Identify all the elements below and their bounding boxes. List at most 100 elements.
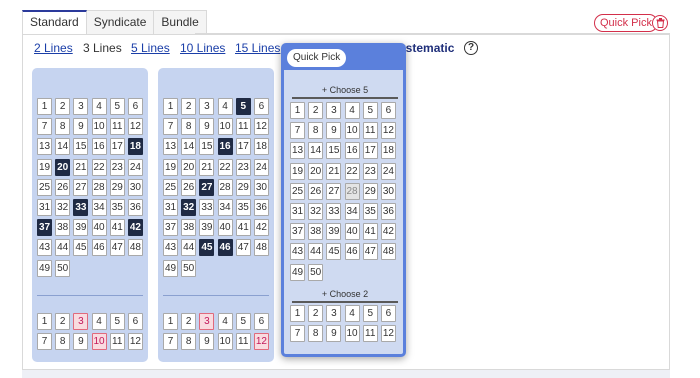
ticket-2-bonus-number-9[interactable]: 9 bbox=[199, 333, 215, 351]
popover-bonus-number-6[interactable]: 6 bbox=[380, 305, 396, 322]
ticket-1-number-9[interactable]: 9 bbox=[73, 118, 89, 136]
popover-number-26[interactable]: 26 bbox=[308, 182, 324, 200]
ticket-1-number-15[interactable]: 15 bbox=[73, 138, 89, 156]
popover-bonus-number-7[interactable]: 7 bbox=[290, 325, 305, 343]
ticket-1-number-46[interactable]: 46 bbox=[91, 239, 107, 257]
ticket-2-bonus-number-12[interactable]: 12 bbox=[253, 333, 269, 351]
ticket-1-number-27[interactable]: 27 bbox=[73, 178, 89, 196]
ticket-2-bonus-number-8[interactable]: 8 bbox=[181, 333, 197, 351]
popover-number-39[interactable]: 39 bbox=[326, 223, 342, 241]
ticket-1-number-20[interactable]: 20 bbox=[55, 158, 71, 176]
popover-number-11[interactable]: 11 bbox=[362, 122, 378, 140]
ticket-1-number-40[interactable]: 40 bbox=[91, 219, 107, 237]
lines-option-2[interactable]: 2 Lines bbox=[34, 40, 73, 56]
ticket-1-number-32[interactable]: 32 bbox=[55, 198, 71, 216]
ticket-1-bonus-number-3[interactable]: 3 bbox=[73, 313, 89, 330]
ticket-1-bonus-number-2[interactable]: 2 bbox=[55, 313, 71, 330]
ticket-2-number-16[interactable]: 16 bbox=[217, 138, 233, 156]
ticket-2-number-8[interactable]: 8 bbox=[181, 118, 197, 136]
ticket-2-number-49[interactable]: 49 bbox=[163, 259, 178, 277]
popover-number-23[interactable]: 23 bbox=[362, 162, 378, 180]
ticket-2-number-15[interactable]: 15 bbox=[199, 138, 215, 156]
ticket-1-number-4[interactable]: 4 bbox=[91, 98, 107, 115]
ticket-2-number-20[interactable]: 20 bbox=[181, 158, 197, 176]
popover-number-19[interactable]: 19 bbox=[290, 162, 305, 180]
popover-number-17[interactable]: 17 bbox=[362, 142, 378, 160]
ticket-1-number-8[interactable]: 8 bbox=[55, 118, 71, 136]
ticket-2-number-41[interactable]: 41 bbox=[235, 219, 251, 237]
ticket-1-number-28[interactable]: 28 bbox=[91, 178, 107, 196]
ticket-2-number-27[interactable]: 27 bbox=[199, 178, 215, 196]
popover-number-12[interactable]: 12 bbox=[380, 122, 396, 140]
ticket-1-bonus-number-7[interactable]: 7 bbox=[37, 333, 52, 351]
ticket-1-bonus-number-1[interactable]: 1 bbox=[37, 313, 52, 330]
lines-option-5[interactable]: 5 Lines bbox=[131, 40, 170, 56]
popover-number-18[interactable]: 18 bbox=[380, 142, 396, 160]
ticket-2-number-46[interactable]: 46 bbox=[217, 239, 233, 257]
ticket-1-bonus-number-11[interactable]: 11 bbox=[109, 333, 125, 351]
popover-number-47[interactable]: 47 bbox=[362, 243, 378, 261]
popover-number-7[interactable]: 7 bbox=[290, 122, 305, 140]
ticket-1-bonus-number-4[interactable]: 4 bbox=[91, 313, 107, 330]
popover-number-38[interactable]: 38 bbox=[308, 223, 324, 241]
popover-bonus-number-3[interactable]: 3 bbox=[326, 305, 342, 322]
popover-number-13[interactable]: 13 bbox=[290, 142, 305, 160]
ticket-1-number-7[interactable]: 7 bbox=[37, 118, 52, 136]
popover-number-4[interactable]: 4 bbox=[344, 102, 360, 119]
ticket-2-bonus-number-11[interactable]: 11 bbox=[235, 333, 251, 351]
ticket-1-number-12[interactable]: 12 bbox=[127, 118, 143, 136]
popover-bonus-number-12[interactable]: 12 bbox=[380, 325, 396, 343]
popover-number-5[interactable]: 5 bbox=[362, 102, 378, 119]
ticket-1-number-33[interactable]: 33 bbox=[73, 198, 89, 216]
popover-number-9[interactable]: 9 bbox=[326, 122, 342, 140]
popover-bonus-number-5[interactable]: 5 bbox=[362, 305, 378, 322]
ticket-2-number-22[interactable]: 22 bbox=[217, 158, 233, 176]
ticket-1-number-39[interactable]: 39 bbox=[73, 219, 89, 237]
popover-number-33[interactable]: 33 bbox=[326, 202, 342, 220]
ticket-2-number-24[interactable]: 24 bbox=[253, 158, 269, 176]
ticket-1-number-6[interactable]: 6 bbox=[127, 98, 143, 115]
popover-number-29[interactable]: 29 bbox=[362, 182, 378, 200]
ticket-1-number-24[interactable]: 24 bbox=[127, 158, 143, 176]
popover-bonus-number-10[interactable]: 10 bbox=[344, 325, 360, 343]
ticket-2-bonus-number-2[interactable]: 2 bbox=[181, 313, 197, 330]
popover-number-42[interactable]: 42 bbox=[380, 223, 396, 241]
popover-bonus-number-2[interactable]: 2 bbox=[308, 305, 324, 322]
ticket-2-number-4[interactable]: 4 bbox=[217, 98, 233, 115]
popover-number-34[interactable]: 34 bbox=[344, 202, 360, 220]
ticket-2-number-23[interactable]: 23 bbox=[235, 158, 251, 176]
popover-number-16[interactable]: 16 bbox=[344, 142, 360, 160]
ticket-2-number-26[interactable]: 26 bbox=[181, 178, 197, 196]
ticket-2-number-3[interactable]: 3 bbox=[199, 98, 215, 115]
ticket-1-number-37[interactable]: 37 bbox=[37, 219, 52, 237]
ticket-2-number-38[interactable]: 38 bbox=[181, 219, 197, 237]
ticket-1-number-30[interactable]: 30 bbox=[127, 178, 143, 196]
tab-syndicate[interactable]: Syndicate bbox=[86, 10, 155, 34]
popover-number-37[interactable]: 37 bbox=[290, 223, 305, 241]
ticket-1-number-23[interactable]: 23 bbox=[109, 158, 125, 176]
popover-bonus-number-1[interactable]: 1 bbox=[290, 305, 305, 322]
popover-bonus-number-11[interactable]: 11 bbox=[362, 325, 378, 343]
popover-number-28[interactable]: 28 bbox=[344, 182, 360, 200]
ticket-1-number-1[interactable]: 1 bbox=[37, 98, 52, 115]
ticket-2-number-7[interactable]: 7 bbox=[163, 118, 178, 136]
ticket-1-bonus-number-10[interactable]: 10 bbox=[91, 333, 107, 351]
popover-number-2[interactable]: 2 bbox=[308, 102, 324, 119]
popover-number-1[interactable]: 1 bbox=[290, 102, 305, 119]
popover-number-31[interactable]: 31 bbox=[290, 202, 305, 220]
ticket-2-bonus-number-4[interactable]: 4 bbox=[217, 313, 233, 330]
lines-option-10[interactable]: 10 Lines bbox=[180, 40, 225, 56]
ticket-2-number-18[interactable]: 18 bbox=[253, 138, 269, 156]
popover-number-8[interactable]: 8 bbox=[308, 122, 324, 140]
ticket-2-bonus-number-7[interactable]: 7 bbox=[163, 333, 178, 351]
popover-number-50[interactable]: 50 bbox=[308, 263, 324, 281]
popover-bonus-number-8[interactable]: 8 bbox=[308, 325, 324, 343]
popover-number-49[interactable]: 49 bbox=[290, 263, 305, 281]
ticket-2-bonus-number-6[interactable]: 6 bbox=[253, 313, 269, 330]
clear-all-button[interactable] bbox=[652, 15, 668, 31]
ticket-2-number-14[interactable]: 14 bbox=[181, 138, 197, 156]
ticket-1-bonus-number-5[interactable]: 5 bbox=[109, 313, 125, 330]
ticket-1-number-49[interactable]: 49 bbox=[37, 259, 52, 277]
popover-number-45[interactable]: 45 bbox=[326, 243, 342, 261]
ticket-2-number-39[interactable]: 39 bbox=[199, 219, 215, 237]
